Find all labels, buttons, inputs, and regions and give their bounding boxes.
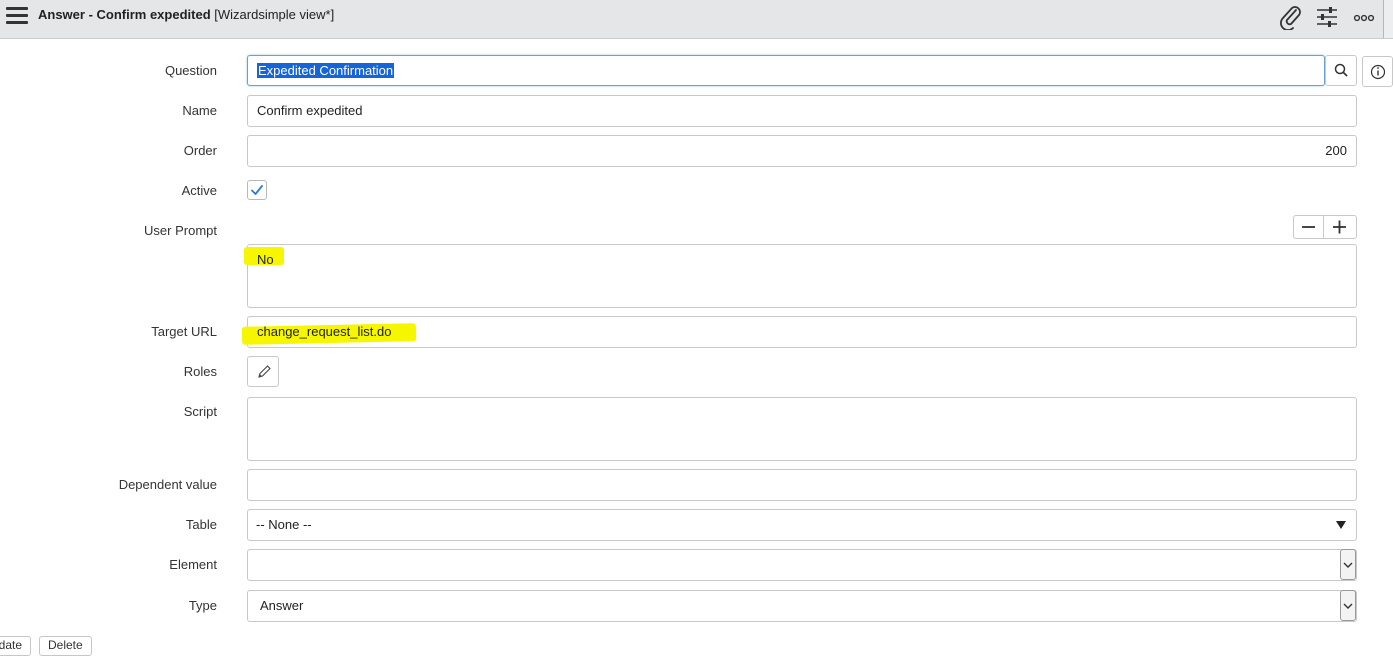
type-select[interactable]: Answer	[247, 590, 1357, 622]
element-label: Element	[169, 557, 217, 572]
personalize-form-icon[interactable]	[1313, 4, 1341, 30]
table-select[interactable]: -- None --	[247, 509, 1357, 541]
question-input[interactable]: Expedited Confirmation	[247, 55, 1325, 86]
element-select[interactable]	[247, 549, 1357, 581]
question-label: Question	[164, 63, 217, 78]
script-textarea[interactable]	[247, 397, 1357, 461]
active-label: Active	[181, 183, 217, 198]
target-url-value: change_request_list.do	[257, 324, 392, 339]
target-url-label: Target URL	[151, 324, 217, 339]
type-value: Answer	[260, 598, 304, 613]
dependent-value-input[interactable]	[247, 469, 1357, 501]
name-input[interactable]: Confirm expedited	[247, 95, 1357, 127]
minus-icon[interactable]	[1293, 215, 1324, 239]
header-edge	[1383, 0, 1393, 38]
script-label: Script	[183, 404, 217, 419]
pencil-icon[interactable]	[247, 356, 279, 387]
user-prompt-textarea[interactable]	[247, 244, 1357, 308]
form-title: Answer - Confirm expedited [Wizardsimple…	[38, 7, 334, 22]
more-options-icon[interactable]	[1350, 4, 1378, 30]
table-label: Table	[185, 517, 217, 532]
order-input[interactable]: 200	[247, 135, 1357, 167]
name-label: Name	[182, 103, 217, 118]
dependent-value-label: Dependent value	[118, 477, 217, 492]
attachment-icon[interactable]	[1277, 4, 1305, 31]
user-prompt-label: User Prompt	[144, 223, 217, 238]
active-checkbox[interactable]	[247, 180, 267, 200]
order-label: Order	[183, 143, 217, 158]
chevron-down-icon	[1340, 590, 1356, 621]
search-icon[interactable]	[1325, 55, 1357, 86]
delete-button[interactable]: Delete	[39, 636, 92, 656]
view-name: [Wizardsimple view*]	[214, 7, 335, 22]
question-value: Expedited Confirmation	[257, 63, 395, 78]
info-icon[interactable]	[1362, 56, 1393, 87]
checkmark-icon	[251, 185, 263, 195]
form-header: Answer - Confirm expedited [Wizardsimple…	[0, 0, 1393, 39]
user-prompt-value: No	[257, 252, 274, 267]
roles-label: Roles	[183, 364, 217, 379]
plus-icon[interactable]	[1323, 215, 1357, 239]
chevron-down-icon	[1340, 549, 1356, 580]
type-label: Type	[188, 598, 217, 613]
update-button[interactable]: date	[0, 636, 31, 656]
record-title: Answer - Confirm expedited	[38, 7, 211, 22]
menu-icon[interactable]	[6, 7, 28, 27]
triangle-down-icon	[1336, 521, 1346, 529]
table-value: -- None --	[256, 517, 312, 532]
